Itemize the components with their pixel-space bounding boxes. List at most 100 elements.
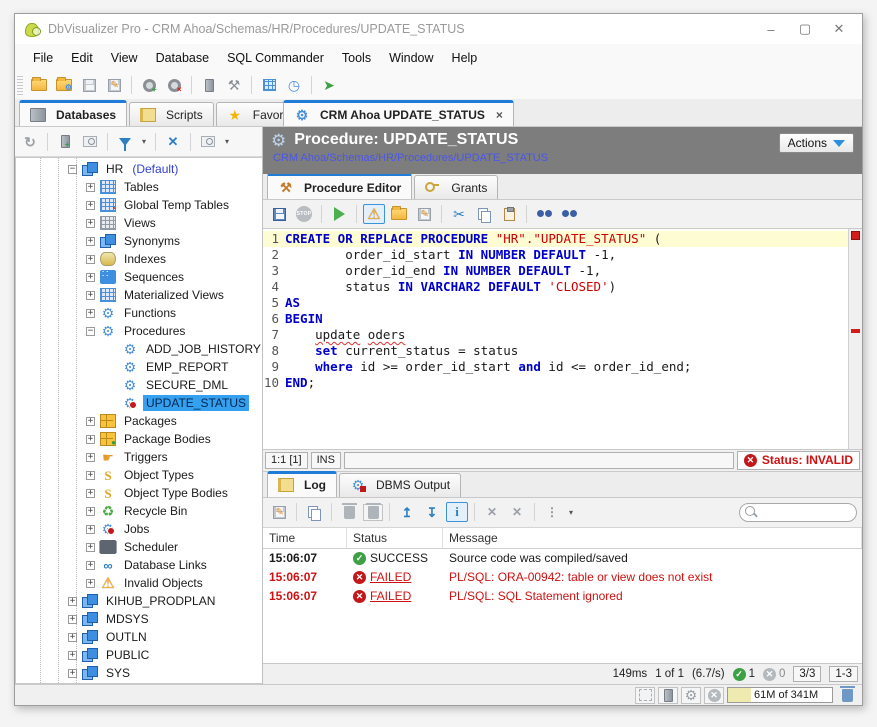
expand-toggle-icon[interactable]: + bbox=[86, 309, 95, 318]
tree-item-public[interactable]: +PUBLIC bbox=[16, 646, 262, 664]
save-as-icon[interactable] bbox=[103, 75, 125, 95]
expand-toggle-icon[interactable]: + bbox=[86, 291, 95, 300]
tree-item-emp-report[interactable]: ⚙EMP_REPORT bbox=[16, 358, 262, 376]
tree-item-database-links[interactable]: +∞Database Links bbox=[16, 556, 262, 574]
tab-scripts[interactable]: Scripts bbox=[129, 102, 214, 126]
menu-file[interactable]: File bbox=[25, 47, 61, 69]
tree-item-packages[interactable]: +Packages bbox=[16, 412, 262, 430]
search-input[interactable] bbox=[760, 506, 850, 518]
expand-toggle-icon[interactable]: + bbox=[86, 525, 95, 534]
tree-item-outln[interactable]: +OUTLN bbox=[16, 628, 262, 646]
export-log-icon[interactable] bbox=[268, 502, 290, 522]
expand-toggle-icon[interactable]: + bbox=[86, 489, 95, 498]
open-file-icon[interactable] bbox=[28, 75, 50, 95]
maximize-button[interactable]: ▢ bbox=[788, 17, 822, 41]
show-info-icon[interactable]: i bbox=[446, 502, 468, 522]
grid-clock-icon[interactable] bbox=[258, 75, 280, 95]
find-icon[interactable] bbox=[533, 204, 555, 224]
expand-toggle-icon[interactable]: + bbox=[86, 507, 95, 516]
log-search-box[interactable] bbox=[739, 503, 857, 522]
find-replace-icon[interactable] bbox=[558, 204, 580, 224]
database-server-icon[interactable] bbox=[198, 75, 220, 95]
log-column-time[interactable]: Time bbox=[263, 528, 347, 548]
connections-status-button[interactable] bbox=[658, 687, 678, 704]
expand-toggle-icon[interactable]: + bbox=[68, 597, 77, 606]
expand-toggle-icon[interactable]: + bbox=[86, 201, 95, 210]
row-height-icon[interactable]: ⋮ bbox=[541, 502, 563, 522]
tab-dbms-output[interactable]: ⚙DBMS Output bbox=[339, 473, 461, 497]
expand-toggle-icon[interactable]: + bbox=[86, 435, 95, 444]
log-column-message[interactable]: Message bbox=[443, 528, 862, 548]
fit-columns-icon[interactable]: ✕ bbox=[506, 502, 528, 522]
tab-databases[interactable]: Databases bbox=[19, 100, 127, 126]
expand-toggle-icon[interactable]: + bbox=[86, 273, 95, 282]
code-line-6[interactable]: 6BEGIN bbox=[263, 311, 848, 327]
collapse-all-icon[interactable]: ✕ bbox=[162, 132, 184, 152]
code-editor[interactable]: 1CREATE OR REPLACE PROCEDURE "HR"."UPDAT… bbox=[263, 228, 862, 450]
tree-item-recycle-bin[interactable]: +♻Recycle Bin bbox=[16, 502, 262, 520]
log-row[interactable]: 15:06:07✕FAILEDPL/SQL: SQL Statement ign… bbox=[263, 587, 862, 606]
connect-icon[interactable]: + bbox=[138, 75, 160, 95]
object-view-icon[interactable] bbox=[197, 132, 219, 152]
tab-crm-ahoa-update-status[interactable]: ⚙ CRM Ahoa UPDATE_STATUS × bbox=[283, 100, 514, 126]
tree-item-sys[interactable]: +SYS bbox=[16, 664, 262, 682]
code-line-3[interactable]: 3 order_id_end IN NUMBER DEFAULT -1, bbox=[263, 263, 848, 279]
menu-sql-commander[interactable]: SQL Commander bbox=[219, 47, 332, 69]
expand-toggle-icon[interactable]: + bbox=[86, 579, 95, 588]
cut-icon[interactable]: ✂ bbox=[448, 204, 470, 224]
cancel-status-button[interactable]: ✕ bbox=[704, 687, 724, 704]
clear-log-icon[interactable] bbox=[338, 502, 360, 522]
code-line-9[interactable]: 9 where id >= order_id_start and id <= o… bbox=[263, 359, 848, 375]
tab-grants[interactable]: Grants bbox=[414, 175, 498, 199]
tab-log[interactable]: Log bbox=[267, 471, 337, 497]
log-column-status[interactable]: Status bbox=[347, 528, 443, 548]
open-recent-icon[interactable]: ⚙ bbox=[53, 75, 75, 95]
tree-item-views[interactable]: +Views bbox=[16, 214, 262, 232]
tree-item-triggers[interactable]: +☛Triggers bbox=[16, 448, 262, 466]
filter-caret[interactable]: ▾ bbox=[139, 137, 149, 146]
load-from-file-icon[interactable] bbox=[388, 204, 410, 224]
row-height-caret[interactable]: ▾ bbox=[566, 508, 576, 517]
code-line-5[interactable]: 5AS bbox=[263, 295, 848, 311]
collapse-toggle-icon[interactable]: − bbox=[68, 165, 77, 174]
expand-toggle-icon[interactable]: + bbox=[86, 543, 95, 552]
log-row[interactable]: 15:06:07✓SUCCESSSource code was compiled… bbox=[263, 549, 862, 568]
clear-on-execute-icon[interactable] bbox=[363, 504, 383, 521]
tree-item-jobs[interactable]: +⚙Jobs bbox=[16, 520, 262, 538]
expand-toggle-icon[interactable]: + bbox=[86, 453, 95, 462]
tree-item-procedures[interactable]: −⚙Procedures bbox=[16, 322, 262, 340]
tool-properties-icon[interactable]: ⚒ bbox=[223, 75, 245, 95]
code-line-8[interactable]: 8 set current_status = status bbox=[263, 343, 848, 359]
copy-log-icon[interactable] bbox=[303, 502, 325, 522]
expand-toggle-icon[interactable]: + bbox=[86, 183, 95, 192]
save-procedure-icon[interactable] bbox=[268, 204, 290, 224]
stop-icon[interactable]: STOP bbox=[293, 204, 315, 224]
menu-database[interactable]: Database bbox=[148, 47, 218, 69]
menu-window[interactable]: Window bbox=[381, 47, 441, 69]
tree-item-materialized-views[interactable]: +Materialized Views bbox=[16, 286, 262, 304]
tree-item-synonyms[interactable]: +Synonyms bbox=[16, 232, 262, 250]
scroll-to-top-icon[interactable]: ↥ bbox=[396, 502, 418, 522]
export-icon[interactable] bbox=[413, 204, 435, 224]
tasks-status-button[interactable]: ⚙ bbox=[681, 687, 701, 704]
tree-item-package-bodies[interactable]: +●Package Bodies bbox=[16, 430, 262, 448]
tree-item-secure-dml[interactable]: ⚙SECURE_DML bbox=[16, 376, 262, 394]
expand-toggle-icon[interactable]: + bbox=[86, 255, 95, 264]
log-row[interactable]: 15:06:07✕FAILEDPL/SQL: ORA-00942: table … bbox=[263, 568, 862, 587]
tree-item-sequences[interactable]: +Sequences bbox=[16, 268, 262, 286]
tree-item-object-type-bodies[interactable]: +SObject Type Bodies bbox=[16, 484, 262, 502]
line-error-marker[interactable] bbox=[851, 329, 860, 333]
tree-item-scheduler[interactable]: +Scheduler bbox=[16, 538, 262, 556]
show-errors-icon[interactable]: ⚠ bbox=[363, 204, 385, 224]
tree-item-object-types[interactable]: +SObject Types bbox=[16, 466, 262, 484]
menu-edit[interactable]: Edit bbox=[63, 47, 101, 69]
tree-item-mdsys[interactable]: +MDSYS bbox=[16, 610, 262, 628]
tree-item-global-temp-tables[interactable]: +◔Global Temp Tables bbox=[16, 196, 262, 214]
expand-toggle-icon[interactable]: + bbox=[68, 633, 77, 642]
monitor-clock-icon[interactable]: ◷ bbox=[283, 75, 305, 95]
garbage-collect-button[interactable] bbox=[836, 685, 858, 705]
filter-icon[interactable] bbox=[114, 132, 136, 152]
tree-item-indexes[interactable]: +Indexes bbox=[16, 250, 262, 268]
code-line-10[interactable]: 10END; bbox=[263, 375, 848, 391]
refresh-objects-icon[interactable]: ↻ bbox=[19, 132, 41, 152]
